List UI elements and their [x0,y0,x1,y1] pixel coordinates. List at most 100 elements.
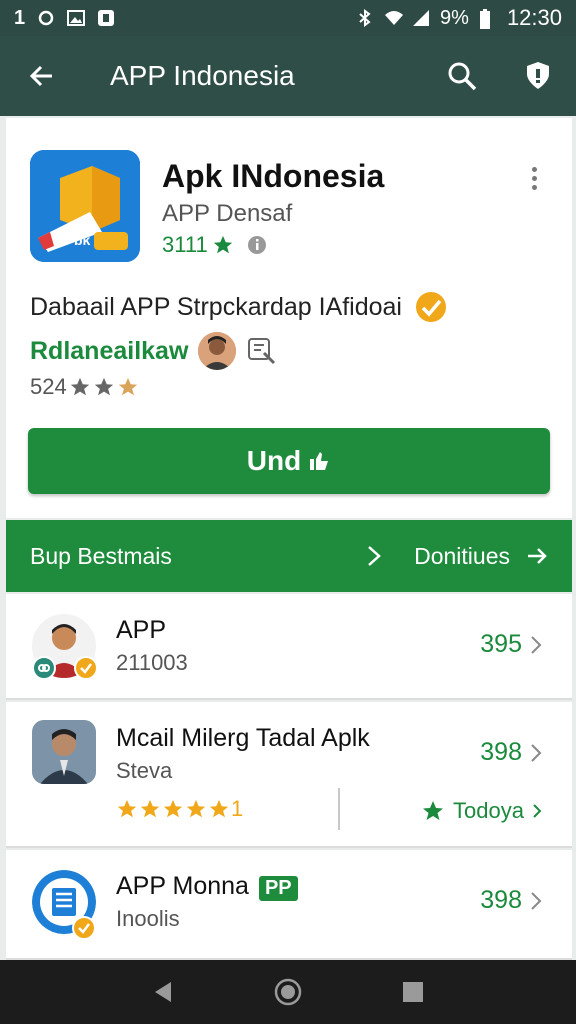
app-bar-title: APP Indonesia [110,60,295,91]
avatar [198,332,237,370]
app-rating: 3111 [162,232,268,258]
section-more-link[interactable]: Donitiues [414,543,548,570]
description-text: Dabaail APP Strpckardap IAfidoai [30,292,402,321]
list-item-price: 395 [480,630,542,659]
app-title: Apk INdonesia [162,158,385,194]
arrow-left-icon [29,65,52,87]
nav-back-button[interactable] [139,968,187,1016]
list-item-subtitle: Inoolis [116,906,180,931]
list-item-subtitle: Steva [116,758,173,783]
tag-badge: PP [258,876,298,901]
link-icon [38,664,50,672]
square-recents-icon [403,982,424,1002]
image-icon [67,9,86,27]
nav-home-button[interactable] [264,968,312,1016]
star-icon [209,799,229,818]
list-item[interactable]: APP Monna PP Inoolis 398 [6,850,572,960]
app-notification-icon [97,9,115,27]
dot [531,184,537,190]
app-bar: APP Indonesia [0,36,576,116]
search-button[interactable] [424,36,500,116]
list-item-title: APP Monna PP [116,872,298,901]
star-icon [186,799,206,818]
dot [531,166,537,172]
today-label: Todoya [453,798,524,823]
install-label: Und [246,445,302,476]
section-expand-button[interactable] [354,520,394,592]
triangle-back-icon [154,982,171,1002]
rating-suffix: 1 [231,796,244,821]
section-title: Bup Bestmais [30,542,172,569]
chevron-right-icon [531,635,542,654]
app-description: Dabaail APP Strpckardap IAfidoai [30,290,448,324]
list-item-price: 398 [480,738,542,767]
nav-recents-button[interactable] [389,968,437,1016]
star-icon [163,799,183,818]
price-value: 395 [480,630,522,658]
wifi-icon [384,9,404,27]
price-value: 398 [480,738,522,766]
signal-icon [412,9,430,27]
status-time: 12:30 [506,5,562,30]
check-icon [80,663,92,674]
app-icon[interactable]: bk [30,150,140,262]
install-button[interactable]: Und [28,428,550,494]
chevron-right-icon [533,804,542,818]
chevron-right-icon [531,743,542,762]
arrow-right-icon [528,548,547,564]
star-icon [117,799,137,818]
check-icon [78,923,90,934]
divider [338,788,340,830]
star-half-icon [118,377,137,396]
star-icon [94,377,113,396]
rating-stars: 1 [116,796,243,822]
chevron-right-icon [531,891,542,910]
editor-row: Rdlaneailkaw [30,332,278,370]
app-icon-badge-text: bk [74,232,91,248]
today-link[interactable]: Todoya [421,798,542,824]
battery-icon [479,9,497,29]
chevron-right-icon [368,546,381,566]
star-icon [70,377,89,396]
battery-percent: 9% [440,6,469,29]
review-summary: 524 [30,374,139,400]
shield-icon [527,62,549,89]
list-item[interactable]: APP 211003 395 [6,594,572,700]
dot [531,175,537,181]
sync-icon [37,9,55,27]
review-count: 524 [30,374,67,399]
search-icon [448,62,477,91]
list-item[interactable]: Mcail Milerg Tadal Aplk Steva 398 1 Todo… [6,702,572,848]
star-icon [140,799,160,818]
system-nav-bar [0,960,576,1024]
list-item-title: Mcail Milerg Tadal Aplk [116,724,370,752]
star-icon [423,801,444,820]
rating-value: 3111 [162,232,208,257]
app-header-card: bk Apk INdonesia APP Densaf 3111 Dabaail… [6,118,572,518]
verified-badge [74,656,98,680]
verified-icon [416,292,446,322]
list-item-title-text: APP Monna [116,872,249,900]
info-icon [247,236,266,254]
section-header: Bup Bestmais Donitiues [6,520,572,592]
feedback-icon [248,338,276,365]
app-developer[interactable]: APP Densaf [162,200,292,228]
editor-label[interactable]: Rdlaneailkaw [30,337,188,366]
section-link-label: Donitiues [414,542,510,569]
verified-badge [72,916,96,940]
list-item-title: APP [116,616,167,644]
list-item-price: 398 [480,886,542,915]
avatar [32,720,96,784]
back-button[interactable] [10,36,74,116]
status-bar: 1 9% 12:30 [0,0,576,36]
circle-home-icon [274,978,302,1006]
price-value: 398 [480,886,522,914]
overflow-menu-button[interactable] [520,158,548,198]
status-badge [32,656,56,680]
thumbs-up-icon [310,452,329,470]
wishlist-button[interactable] [500,36,576,116]
star-icon [213,235,232,254]
bluetooth-icon [356,9,374,27]
list-item-subtitle: 211003 [116,650,188,675]
status-left-text: 1 [14,6,26,29]
